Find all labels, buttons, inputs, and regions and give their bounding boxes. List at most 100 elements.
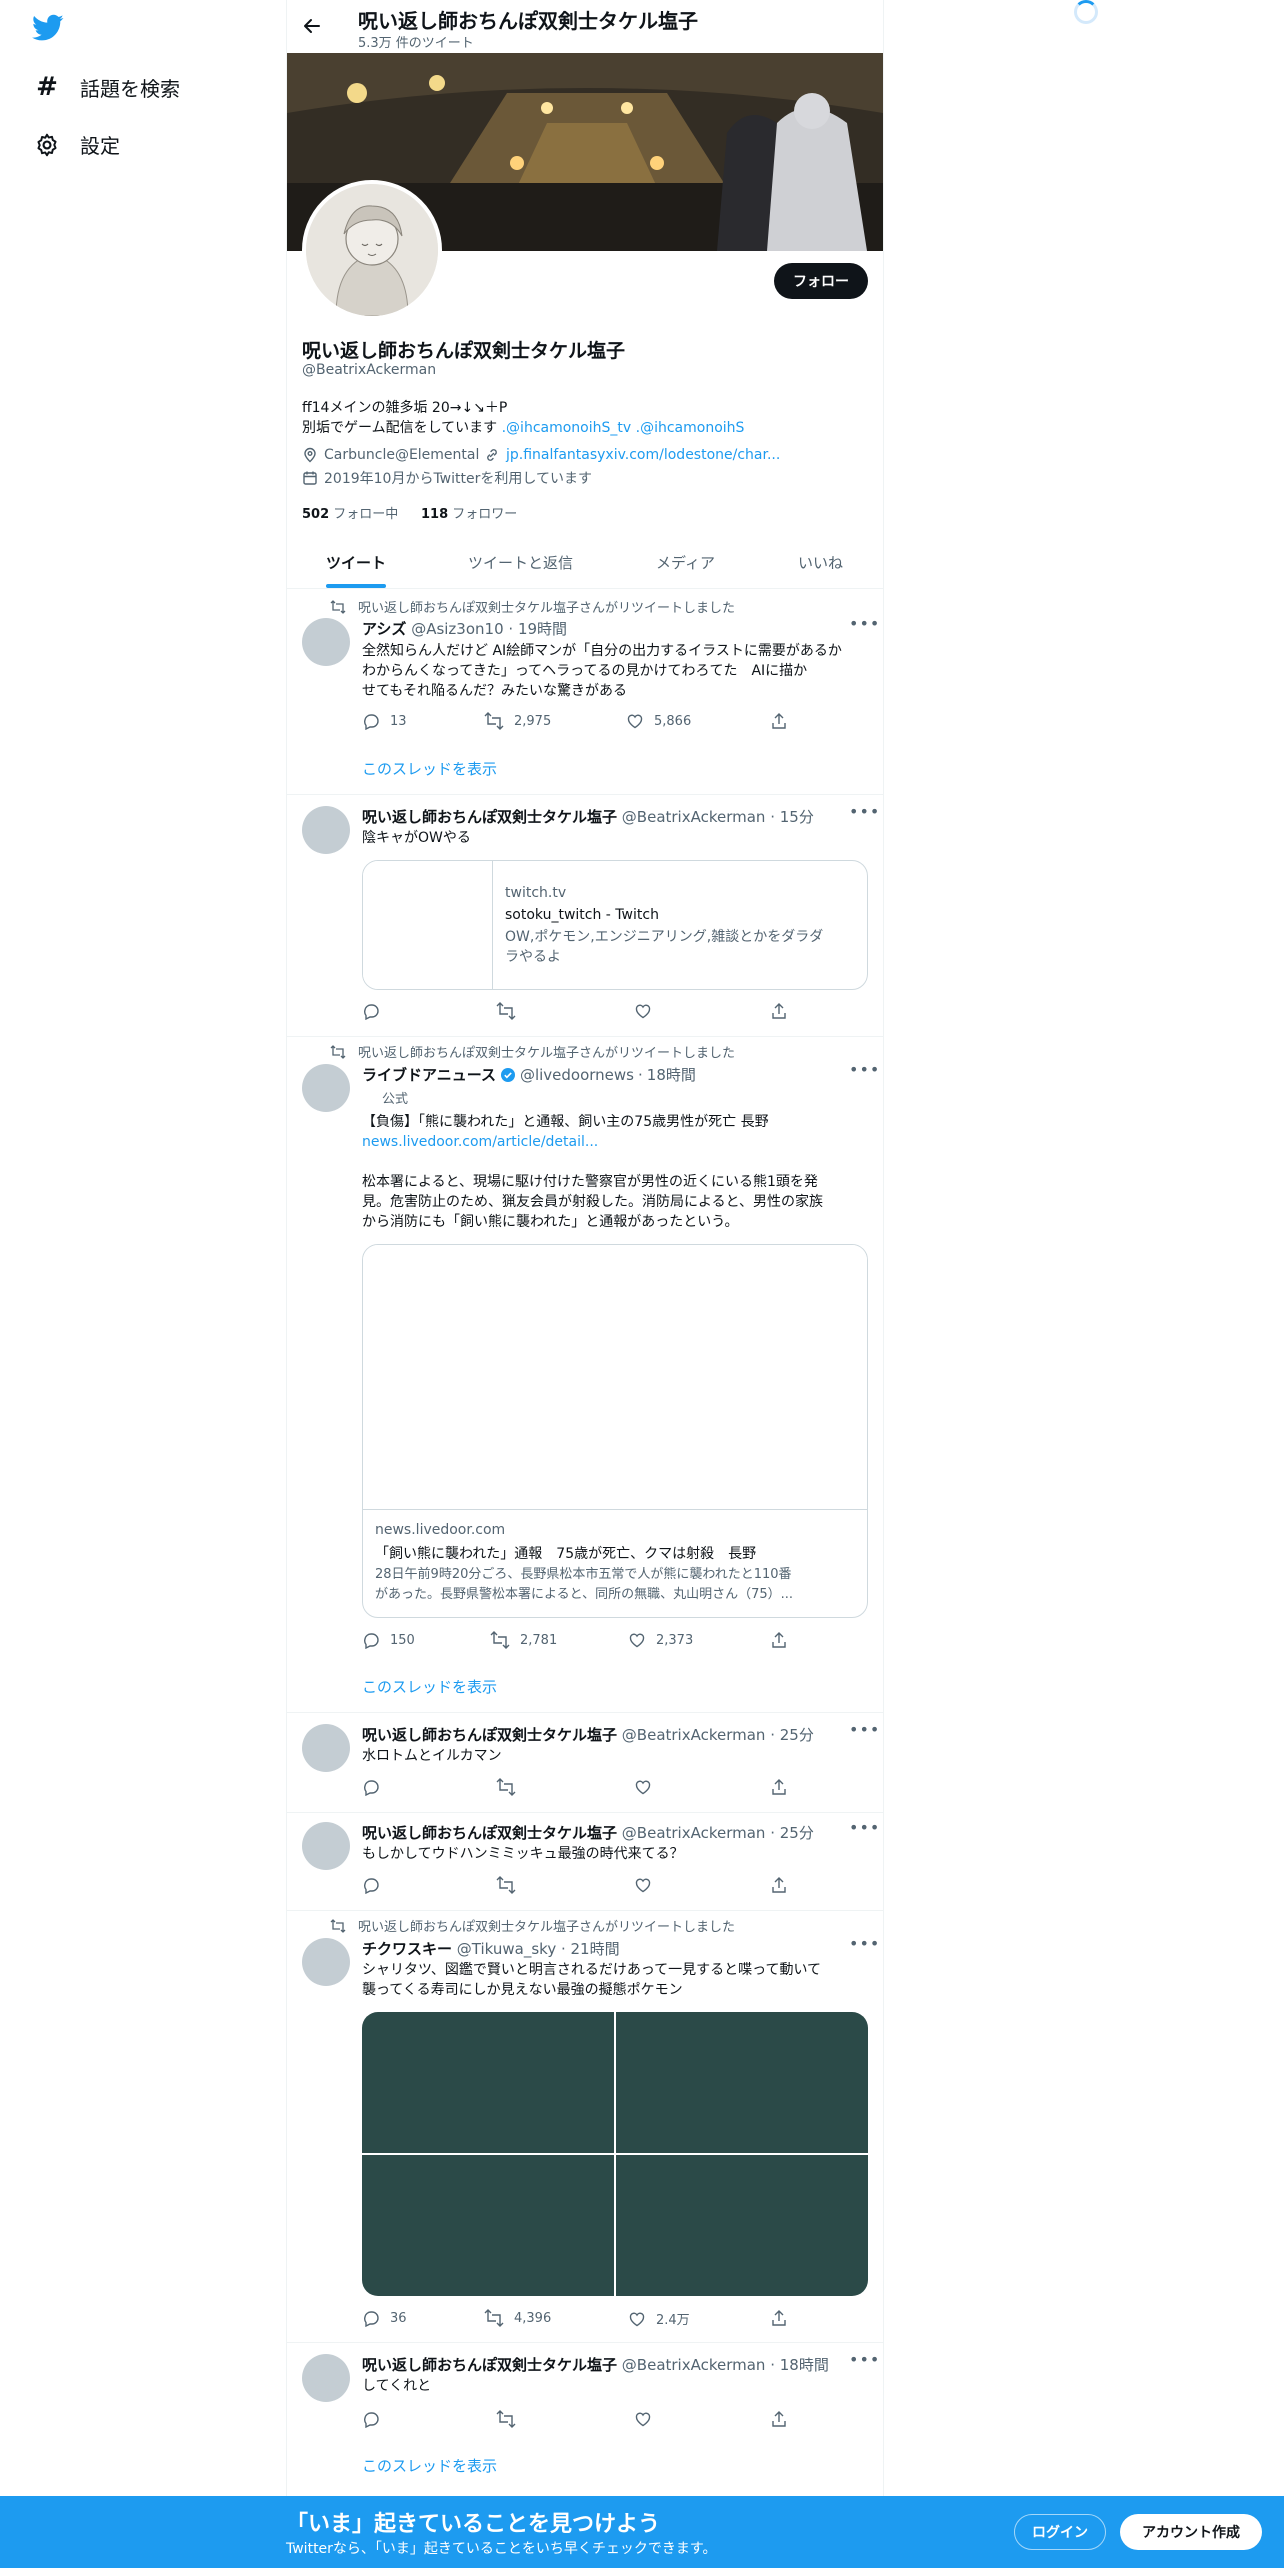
avatar[interactable] bbox=[302, 806, 350, 854]
author-name: アシズ bbox=[362, 620, 407, 638]
media-image-2[interactable] bbox=[616, 2012, 868, 2153]
tab-tweets-replies[interactable]: ツイートと返信 bbox=[468, 552, 573, 573]
like-button[interactable] bbox=[634, 1002, 652, 1020]
more-options-icon[interactable]: ••• bbox=[849, 802, 880, 821]
avatar[interactable] bbox=[302, 1938, 350, 1986]
more-options-icon[interactable]: ••• bbox=[849, 614, 880, 633]
profile-bio-line1: ff14メインの雑多垢 20→↓↘＋P bbox=[302, 400, 508, 416]
signup-button[interactable]: アカウント作成 bbox=[1120, 2514, 1262, 2550]
bottom-bar-subtext: Twitterなら、「いま」起きていることをいち早くチェックできます。 bbox=[286, 2541, 717, 2557]
link-card-description: OW,ポケモン,エンジニアリング,雑談とかをダラダ ラやるよ bbox=[505, 927, 823, 967]
more-options-icon[interactable]: ••• bbox=[849, 1060, 880, 1079]
show-thread-link[interactable]: このスレッドを表示 bbox=[362, 758, 497, 779]
tweet-author[interactable]: チクワスキー @Tikuwa_sky · 21時間 bbox=[362, 1938, 620, 1959]
like-button[interactable] bbox=[634, 1778, 652, 1796]
tweet-author[interactable]: 呪い返し師おちんぽ双剣士タケル塩子 @BeatrixAckerman · 25分 bbox=[362, 1724, 814, 1745]
share-button[interactable] bbox=[770, 1778, 788, 1796]
avatar[interactable] bbox=[302, 1822, 350, 1870]
followers-stat[interactable]: 118 フォロワー bbox=[421, 503, 517, 522]
heart-icon bbox=[628, 2310, 646, 2328]
bio-link-main[interactable]: .@ihcamonoihS bbox=[636, 420, 745, 436]
share-button[interactable] bbox=[770, 2410, 788, 2428]
like-button[interactable]: 2.4万 bbox=[628, 2309, 690, 2328]
follow-button[interactable]: フォロー bbox=[774, 263, 868, 299]
tweet-text: 陰キャがOWやる bbox=[362, 830, 471, 846]
retweet-button[interactable] bbox=[496, 1002, 516, 1020]
login-button[interactable]: ログイン bbox=[1014, 2514, 1106, 2550]
followers-label: フォロワー bbox=[452, 507, 518, 522]
twitter-logo-icon[interactable] bbox=[32, 14, 64, 42]
tweet-time: 19時間 bbox=[517, 620, 568, 638]
reply-button[interactable]: 150 bbox=[362, 1631, 415, 1649]
reply-button[interactable]: 36 bbox=[362, 2309, 407, 2327]
reply-icon bbox=[362, 2309, 380, 2327]
tab-tweets[interactable]: ツイート bbox=[326, 552, 386, 573]
profile-website[interactable]: jp.finalfantasyxiv.com/lodestone/char... bbox=[484, 447, 780, 463]
retweet-button[interactable]: 4,396 bbox=[484, 2309, 551, 2327]
tweet-author[interactable]: 呪い返し師おちんぽ双剣士タケル塩子 @BeatrixAckerman · 25分 bbox=[362, 1822, 814, 1843]
retweet-button[interactable]: 2,781 bbox=[490, 1631, 557, 1649]
tweet-time: 18時間 bbox=[646, 1066, 696, 1084]
tweet-author[interactable]: 呪い返し師おちんぽ双剣士タケル塩子 @BeatrixAckerman · 15分 bbox=[362, 806, 814, 827]
tweet-text: 【負傷】「熊に襲われた」と通報、飼い主の75歳男性が死亡 長野 news.liv… bbox=[362, 1112, 872, 1232]
media-image-1[interactable] bbox=[362, 2012, 614, 2153]
more-options-icon[interactable]: ••• bbox=[849, 1818, 880, 1837]
media-image-4[interactable] bbox=[616, 2155, 868, 2296]
share-button[interactable] bbox=[770, 1876, 788, 1894]
reply-icon bbox=[362, 1876, 380, 1894]
more-options-icon[interactable]: ••• bbox=[849, 1720, 880, 1739]
more-options-icon[interactable]: ••• bbox=[849, 1934, 880, 1953]
retweet-button[interactable]: 2,975 bbox=[484, 712, 551, 730]
share-button[interactable] bbox=[770, 2309, 788, 2327]
nav-explore[interactable]: # 話題を検索 bbox=[34, 72, 180, 102]
bio-link-tv[interactable]: .@ihcamonoihS_tv bbox=[502, 420, 632, 436]
like-button[interactable]: 2,373 bbox=[628, 1631, 693, 1649]
tweet-author[interactable]: ライブドアニュース @livedoornews · 18時間 bbox=[362, 1064, 696, 1085]
reply-button[interactable] bbox=[362, 1002, 380, 1020]
link-card[interactable]: news.livedoor.com 「飼い熊に襲われた」通報 75歳が死亡、クマ… bbox=[362, 1244, 868, 1618]
following-label: フォロー中 bbox=[333, 507, 399, 522]
retweet-note: 呪い返し師おちんぽ双剣士タケル塩子さんがリツイートしました bbox=[330, 1916, 735, 1935]
tweet-author[interactable]: 呪い返し師おちんぽ双剣士タケル塩子 @BeatrixAckerman · 18時… bbox=[362, 2354, 829, 2375]
nav-settings-label: 設定 bbox=[80, 134, 120, 158]
link-card[interactable]: twitch.tv sotoku_twitch - Twitch OW,ポケモン… bbox=[362, 860, 868, 990]
back-arrow-icon[interactable] bbox=[302, 16, 322, 36]
retweet-button[interactable] bbox=[496, 1876, 516, 1894]
share-button[interactable] bbox=[770, 712, 788, 730]
share-icon bbox=[770, 1002, 788, 1020]
like-button[interactable]: 5,866 bbox=[626, 712, 691, 730]
tweet-author[interactable]: アシズ @Asiz3on10 · 19時間 bbox=[362, 618, 567, 639]
reply-button[interactable] bbox=[362, 1876, 380, 1894]
nav-settings[interactable]: 設定 bbox=[34, 130, 120, 159]
reply-button[interactable] bbox=[362, 1778, 380, 1796]
reply-button[interactable] bbox=[362, 2410, 380, 2428]
link-card-desc-line: OW,ポケモン,エンジニアリング,雑談とかをダラダ bbox=[505, 929, 824, 945]
avatar[interactable] bbox=[302, 2354, 350, 2402]
reply-button[interactable]: 13 bbox=[362, 712, 407, 730]
tab-media[interactable]: メディア bbox=[656, 552, 715, 573]
media-image-3[interactable] bbox=[362, 2155, 614, 2296]
like-button[interactable] bbox=[634, 1876, 652, 1894]
avatar[interactable] bbox=[302, 1064, 350, 1112]
like-button[interactable] bbox=[634, 2410, 652, 2428]
avatar[interactable] bbox=[302, 1724, 350, 1772]
link-card-desc-line: ラやるよ bbox=[505, 949, 561, 965]
avatar[interactable] bbox=[302, 618, 350, 666]
tweet-text-line: 見。危害防止のため、猟友会員が射殺した。消防局によると、男性の家族 bbox=[362, 1194, 824, 1210]
share-button[interactable] bbox=[770, 1631, 788, 1649]
following-stat[interactable]: 502 フォロー中 bbox=[302, 503, 398, 522]
show-thread-link[interactable]: このスレッドを表示 bbox=[362, 2455, 497, 2476]
share-icon bbox=[770, 2309, 788, 2327]
retweet-button[interactable] bbox=[496, 1778, 516, 1796]
share-button[interactable] bbox=[770, 1002, 788, 1020]
profile-avatar[interactable] bbox=[302, 180, 442, 320]
tweet-divider bbox=[286, 1910, 884, 1911]
tweet-divider bbox=[286, 1812, 884, 1813]
retweet-button[interactable] bbox=[496, 2410, 516, 2428]
more-options-icon[interactable]: ••• bbox=[849, 2350, 880, 2369]
website-text[interactable]: jp.finalfantasyxiv.com/lodestone/char... bbox=[506, 447, 780, 463]
show-thread-link[interactable]: このスレッドを表示 bbox=[362, 1676, 497, 1697]
tweet-actions: 13 2,975 5,866 bbox=[362, 712, 802, 732]
tab-likes[interactable]: いいね bbox=[798, 552, 843, 573]
tweet-link[interactable]: news.livedoor.com/article/detail... bbox=[362, 1132, 872, 1152]
